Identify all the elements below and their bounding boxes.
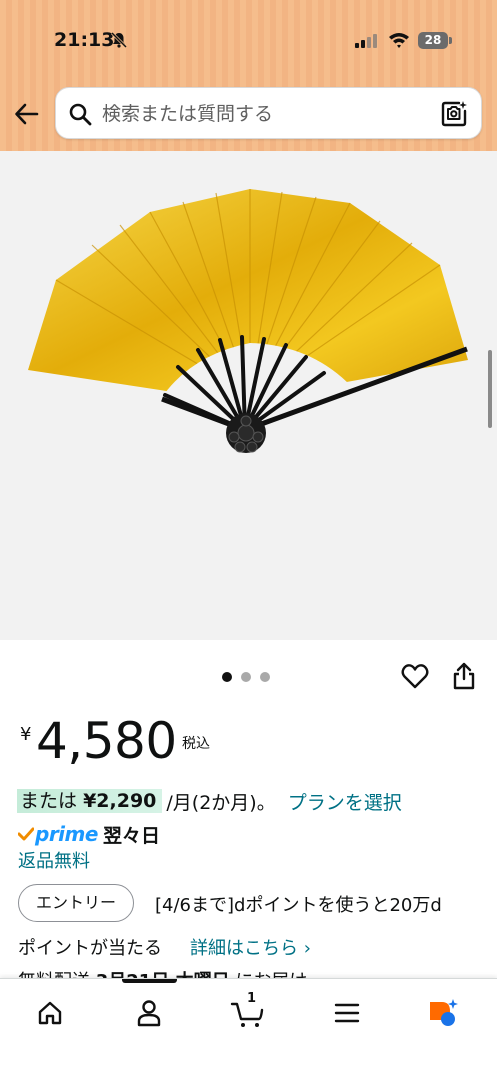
prime-delivery: prime 翌々日: [18, 822, 160, 847]
nav-rufus[interactable]: [424, 995, 464, 1031]
wifi-icon: [389, 33, 409, 48]
nav-menu[interactable]: [327, 995, 367, 1031]
product-image-gallery[interactable]: [0, 151, 497, 640]
nav-cart[interactable]: 1: [228, 991, 268, 1031]
installment-period: /月(2か月)。: [166, 791, 276, 814]
pager-dot-1[interactable]: [222, 672, 232, 682]
silent-bell-icon: [110, 31, 128, 49]
share-icon[interactable]: [452, 662, 476, 690]
cellular-signal-icon: [355, 34, 377, 48]
cart-count-badge: 1: [247, 991, 257, 1006]
active-tab-indicator: [122, 979, 177, 983]
image-pager-dots[interactable]: [222, 672, 270, 682]
search-input[interactable]: [102, 100, 422, 128]
nav-home[interactable]: [30, 995, 70, 1031]
camera-search-icon[interactable]: [440, 100, 468, 128]
entry-button[interactable]: エントリー: [18, 884, 134, 922]
search-bar[interactable]: [55, 87, 482, 139]
select-plan-link[interactable]: プランを選択: [288, 788, 402, 815]
back-arrow-icon[interactable]: [13, 100, 41, 128]
account-icon: [137, 1000, 161, 1027]
status-bar: 21:13 28: [0, 24, 497, 58]
pager-dot-3[interactable]: [260, 672, 270, 682]
installment-amount: ¥2,290: [83, 790, 157, 812]
installment-prefix: または: [20, 790, 78, 812]
search-icon: [69, 103, 92, 126]
prime-logo: prime: [35, 822, 98, 846]
details-link[interactable]: 詳細はこちら ›: [190, 934, 311, 960]
menu-icon: [334, 1003, 360, 1023]
promotion-text-line2: ポイントが当たる: [18, 938, 162, 959]
prime-delivery-day: 翌々日: [102, 824, 160, 847]
folding-fan-image: [28, 189, 468, 453]
battery-icon: 28: [418, 32, 452, 49]
pager-dot-2[interactable]: [241, 672, 251, 682]
gallery-scrollbar[interactable]: [488, 350, 492, 428]
installment-highlight: または ¥2,290: [17, 789, 163, 813]
status-time: 21:13: [54, 29, 115, 51]
free-returns-link[interactable]: 返品無料: [18, 847, 90, 873]
nav-account[interactable]: [129, 995, 169, 1031]
currency-symbol: ¥: [20, 724, 32, 745]
bottom-navigation: 1: [0, 978, 497, 1080]
product-page: 21:13 28 検索または質問する ¥ 4,580 税込 または ¥2,290…: [0, 0, 497, 1080]
rufus-icon: [430, 999, 458, 1026]
home-icon: [38, 1001, 62, 1025]
tax-label: 税込: [182, 736, 210, 752]
header: 21:13 28: [0, 0, 497, 151]
prime-check-icon: [18, 827, 34, 841]
price-amount: 4,580: [36, 712, 177, 770]
heart-icon[interactable]: [401, 663, 429, 689]
battery-level: 28: [418, 32, 448, 49]
installment-row: または ¥2,290 /月(2か月)。 プランを選択: [17, 786, 402, 816]
promotion-text-line1: [4/6まで]dポイントを使うと20万d: [155, 895, 442, 916]
